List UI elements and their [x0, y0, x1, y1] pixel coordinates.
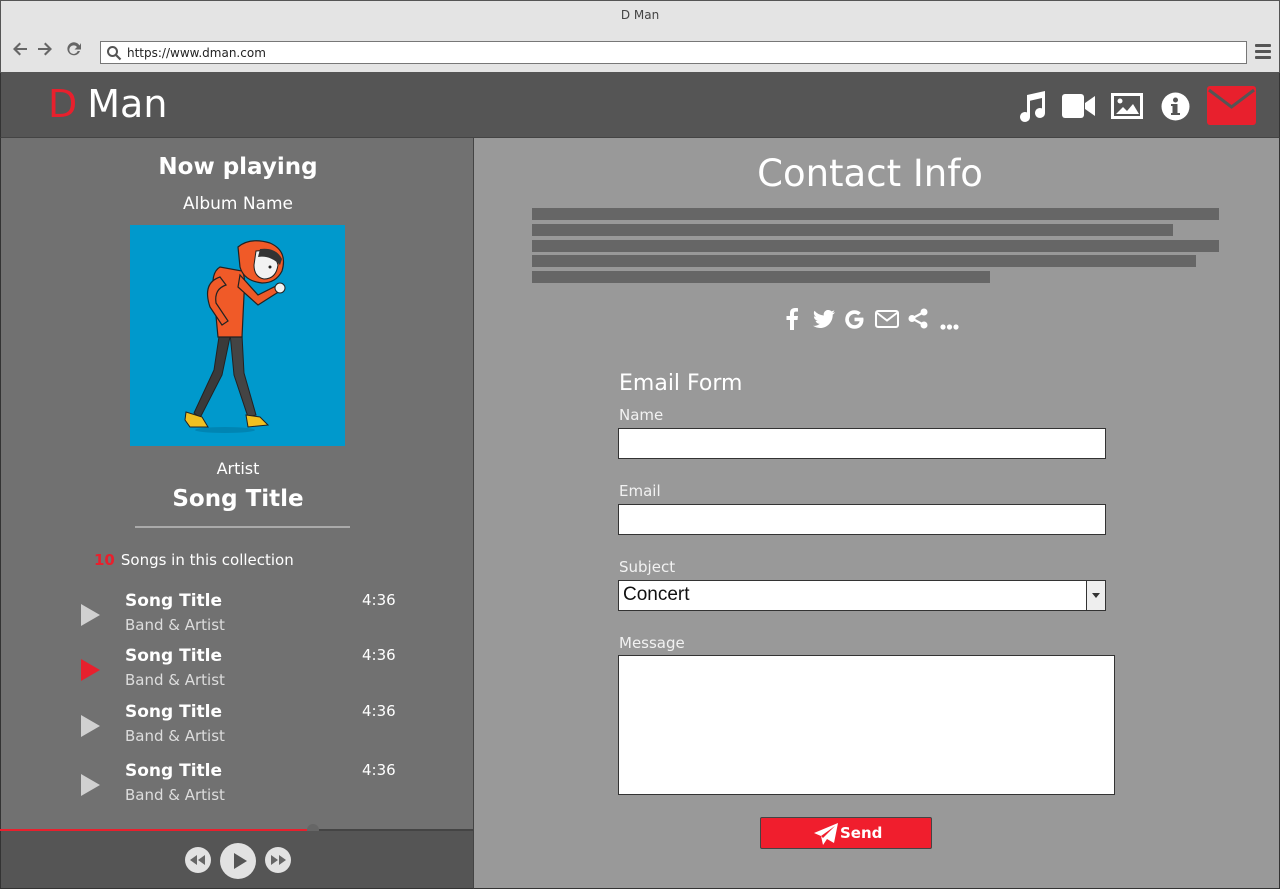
message-label: Message: [619, 634, 685, 652]
paper-plane-icon: [814, 823, 838, 845]
subject-select[interactable]: Concert: [618, 580, 1106, 611]
track-title: Song Title: [125, 761, 223, 781]
email-field[interactable]: [618, 504, 1106, 535]
current-song-title: Song Title: [172, 486, 304, 512]
play-icon[interactable]: [81, 659, 100, 681]
track-duration: 4:36: [362, 591, 396, 609]
play-icon[interactable]: [81, 715, 100, 737]
send-button[interactable]: Send: [760, 817, 932, 849]
address-bar[interactable]: https://www.dman.com: [100, 41, 1247, 64]
album-cover: [130, 225, 345, 446]
name-field[interactable]: [618, 428, 1106, 459]
play-icon[interactable]: [81, 604, 100, 626]
track-artist: Band & Artist: [125, 616, 225, 634]
email-label: Email: [619, 482, 661, 500]
back-icon[interactable]: [9, 39, 31, 61]
info-icon[interactable]: [1161, 92, 1190, 125]
song-count: 10: [94, 551, 115, 569]
more-icon[interactable]: [940, 315, 959, 334]
fast-forward-icon: [271, 855, 286, 865]
subject-value: Concert: [623, 584, 690, 605]
chevron-down-icon[interactable]: [1086, 581, 1105, 610]
text-placeholder-line: [532, 208, 1219, 220]
album-name: Album Name: [182, 194, 294, 214]
track-title: Song Title: [125, 591, 223, 611]
track-artist: Band & Artist: [125, 786, 225, 804]
track-duration: 4:36: [362, 761, 396, 779]
track-item[interactable]: Song Title Band & Artist 4:36: [1, 646, 475, 705]
search-icon: [107, 46, 122, 61]
track-duration: 4:36: [362, 702, 396, 720]
share-icon[interactable]: [908, 308, 928, 333]
play-button[interactable]: [220, 843, 256, 879]
rewind-button[interactable]: [185, 847, 211, 873]
google-icon[interactable]: [844, 309, 865, 334]
now-playing-heading: Now playing: [158, 154, 318, 180]
track-item[interactable]: Song Title Band & Artist 4:36: [1, 702, 475, 761]
reload-icon[interactable]: [63, 39, 85, 61]
rewind-icon: [190, 855, 205, 865]
track-item[interactable]: Song Title Band & Artist 4:36: [1, 591, 475, 650]
play-icon: [234, 853, 247, 869]
envelope-icon[interactable]: [875, 310, 899, 332]
track-artist: Band & Artist: [125, 727, 225, 745]
fast-forward-button[interactable]: [265, 847, 291, 873]
logo-word: Man: [87, 82, 168, 126]
page-title: Contact Info: [757, 152, 983, 195]
now-playing-panel: Now playing Album Name Artist Song Title: [0, 138, 474, 829]
track-item[interactable]: Song Title Band & Artist 4:36: [1, 761, 475, 820]
message-field[interactable]: [618, 655, 1115, 795]
url-text: https://www.dman.com: [127, 46, 266, 60]
music-icon[interactable]: [1017, 91, 1047, 127]
video-icon[interactable]: [1062, 94, 1095, 122]
text-placeholder-line: [532, 271, 990, 283]
track-title: Song Title: [125, 702, 223, 722]
facebook-icon[interactable]: [785, 308, 799, 334]
browser-titlebar: D Man: [0, 0, 1280, 30]
logo-letter: D: [48, 82, 78, 126]
app-header: D Man: [0, 73, 1280, 138]
text-placeholder-line: [532, 255, 1196, 267]
artist-name: Artist: [216, 459, 260, 478]
divider: [135, 526, 350, 528]
logo[interactable]: D Man: [48, 82, 167, 126]
collection-count: 10 Songs in this collection: [94, 551, 294, 569]
play-icon[interactable]: [81, 774, 100, 796]
forward-icon[interactable]: [34, 39, 56, 61]
text-placeholder-line: [532, 224, 1173, 236]
window-title: D Man: [620, 8, 660, 22]
form-title: Email Form: [619, 371, 743, 396]
twitter-icon[interactable]: [813, 309, 835, 332]
track-artist: Band & Artist: [125, 671, 225, 689]
send-label: Send: [840, 824, 883, 842]
text-placeholder-line: [532, 240, 1219, 252]
name-label: Name: [619, 406, 664, 424]
track-duration: 4:36: [362, 646, 396, 664]
track-title: Song Title: [125, 646, 223, 666]
mail-icon[interactable]: [1207, 86, 1256, 129]
browser-menu-icon[interactable]: [1255, 44, 1271, 62]
browser-navbar: https://www.dman.com: [0, 30, 1280, 73]
contact-panel: Contact Info Email Form Name Email Subje…: [474, 138, 1280, 889]
subject-label: Subject: [619, 558, 676, 576]
image-icon[interactable]: [1111, 93, 1143, 123]
player-controls: [0, 831, 474, 889]
collection-label: Songs in this collection: [120, 551, 294, 569]
